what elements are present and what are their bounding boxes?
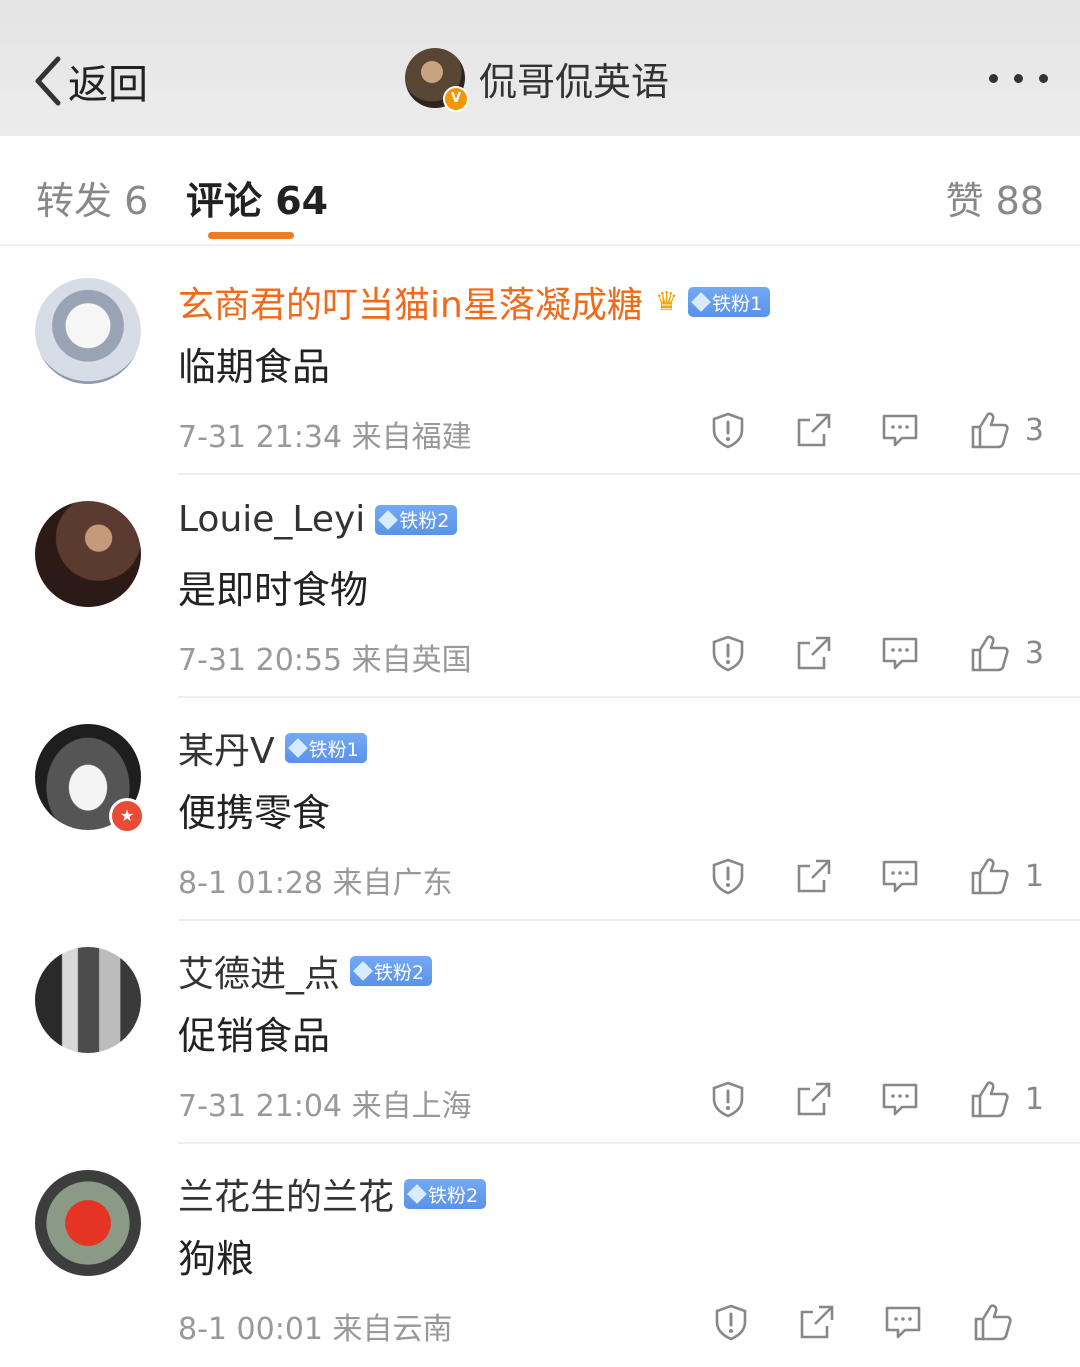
fan-badge: 铁粉2 (350, 956, 433, 986)
tab-likes[interactable]: 赞 88 (946, 170, 1044, 225)
tab-bar: 转发 6 评论 64 赞 88 (0, 136, 1080, 246)
share-icon[interactable] (771, 854, 857, 898)
user-avatar[interactable] (35, 278, 141, 384)
comment-text: 便携零食 (178, 791, 331, 835)
reply-icon[interactable] (860, 1300, 946, 1344)
thumbs-up-icon (971, 1081, 1009, 1118)
comment-item: 兰花生的兰花 铁粉2 狗粮 8-1 00:01 来自云南 (0, 1144, 1080, 1367)
thumbs-up-icon (971, 635, 1009, 672)
back-button[interactable]: 返回 (30, 52, 148, 110)
active-tab-indicator (208, 232, 294, 239)
tab-reposts[interactable]: 转发 6 (36, 170, 148, 225)
report-icon[interactable] (685, 1077, 771, 1121)
user-name[interactable]: 兰花生的兰花 (178, 1168, 394, 1220)
tab-comments[interactable]: 评论 64 (186, 170, 328, 225)
fan-badge: 铁粉1 (284, 733, 367, 763)
reply-icon[interactable] (857, 854, 943, 898)
user-name[interactable]: 艾德进_点 (178, 945, 340, 997)
comment-meta: 7-31 21:04 来自上海 (178, 1089, 472, 1124)
comment-item: ★ 某丹V 铁粉1 便携零食 8-1 01:28 来自广东 1 (0, 698, 1080, 921)
like-button[interactable] (972, 1301, 1044, 1343)
user-name[interactable]: 某丹V (178, 722, 275, 774)
user-avatar[interactable] (35, 947, 141, 1053)
like-count: 3 (1024, 412, 1044, 448)
comment-meta: 7-31 21:34 来自福建 (178, 420, 472, 455)
share-icon[interactable] (771, 1077, 857, 1121)
share-icon[interactable] (774, 1300, 860, 1344)
back-label: 返回 (68, 62, 148, 108)
user-avatar[interactable] (35, 501, 141, 607)
comment-text: 是即时食物 (178, 568, 369, 612)
like-count: 1 (1024, 858, 1044, 894)
crown-icon: ♛ (654, 287, 679, 317)
like-button[interactable]: 1 (969, 855, 1044, 897)
fan-badge: 铁粉2 (375, 504, 458, 535)
report-icon[interactable] (685, 854, 771, 898)
like-button[interactable]: 3 (969, 632, 1044, 674)
comment-meta: 7-31 20:55 来自英国 (178, 643, 472, 678)
chevron-left-icon (35, 56, 61, 106)
comment-text: 狗粮 (178, 1237, 255, 1281)
reply-icon[interactable] (857, 408, 943, 452)
share-icon[interactable] (771, 408, 857, 452)
share-icon[interactable] (771, 631, 857, 675)
like-count: 3 (1024, 635, 1044, 671)
author-name[interactable]: 侃哥侃英语 (479, 51, 669, 106)
fan-badge: 铁粉2 (404, 1179, 487, 1209)
reply-icon[interactable] (857, 631, 943, 675)
comment-text: 临期食品 (178, 345, 331, 389)
report-icon[interactable] (685, 631, 771, 675)
user-name[interactable]: 玄商君的叮当猫in星落凝成糖 (178, 276, 643, 328)
comment-item: 玄商君的叮当猫in星落凝成糖 ♛ 铁粉1 临期食品 7-31 21:34 来自福… (0, 252, 1080, 475)
fan-badge: 铁粉1 (688, 287, 771, 317)
post-author[interactable]: V 侃哥侃英语 (405, 48, 669, 112)
verified-badge: V (443, 86, 469, 112)
comment-meta: 8-1 01:28 来自广东 (178, 866, 453, 901)
verified-star-icon: ★ (109, 798, 145, 834)
comment-item: Louie_Leyi 铁粉2 是即时食物 7-31 20:55 来自英国 3 (0, 475, 1080, 698)
comment-meta: 8-1 00:01 来自云南 (178, 1312, 453, 1347)
comment-text: 促销食品 (178, 1014, 331, 1058)
report-icon[interactable] (688, 1300, 774, 1344)
nav-bar: 返回 V 侃哥侃英语 (0, 0, 1080, 136)
like-button[interactable]: 3 (969, 409, 1044, 451)
report-icon[interactable] (685, 408, 771, 452)
user-avatar[interactable]: ★ (35, 724, 145, 834)
reply-icon[interactable] (857, 1077, 943, 1121)
thumbs-up-icon (974, 1304, 1012, 1341)
more-options-icon[interactable] (989, 74, 1048, 83)
user-avatar[interactable] (35, 1170, 141, 1276)
thumbs-up-icon (971, 858, 1009, 895)
like-button[interactable]: 1 (969, 1078, 1044, 1120)
thumbs-up-icon (971, 412, 1009, 449)
author-avatar[interactable]: V (405, 48, 469, 112)
user-name[interactable]: Louie_Leyi (178, 499, 365, 540)
comment-item: 艾德进_点 铁粉2 促销食品 7-31 21:04 来自上海 1 (0, 921, 1080, 1144)
like-count: 1 (1024, 1081, 1044, 1117)
